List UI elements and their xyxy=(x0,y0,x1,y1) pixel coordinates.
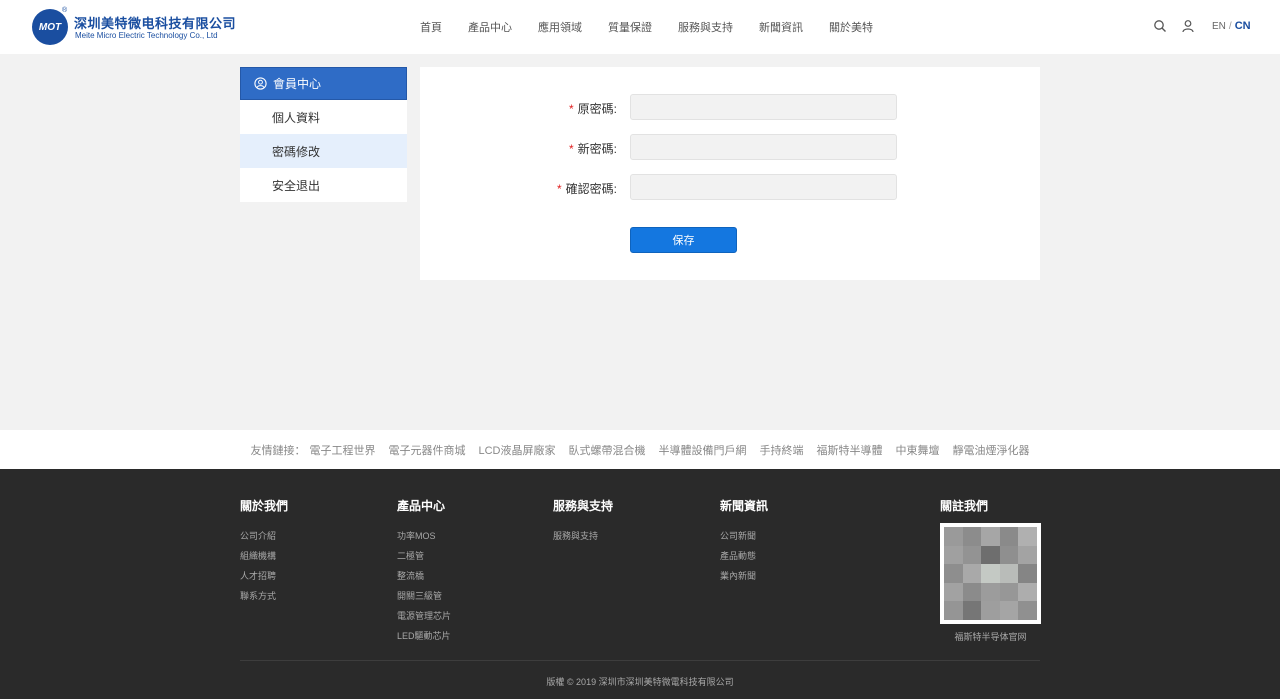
footer-link[interactable]: 二極管 xyxy=(397,546,451,566)
site-header: MOT ® 深圳美特微电科技有限公司 Meite Micro Electric … xyxy=(0,0,1280,54)
footer-link[interactable]: 公司介紹 xyxy=(240,526,288,546)
field-label: 原密碼: xyxy=(577,102,617,116)
friend-link[interactable]: 靜電油煙淨化器 xyxy=(953,442,1030,458)
footer-col-title: 產品中心 xyxy=(397,499,446,513)
main-nav: 首頁 產品中心 應用領域 質量保證 服務與支持 新聞資訊 關於美特 xyxy=(420,0,899,54)
friend-link[interactable]: 臥式螺帶混合機 xyxy=(569,442,646,458)
sidebar-item-logout[interactable]: 安全退出 xyxy=(240,168,407,202)
nav-service-support[interactable]: 服務與支持 xyxy=(678,19,733,35)
lang-cn-link[interactable]: CN xyxy=(1235,20,1251,32)
friend-links-prefix: 友情鏈接： xyxy=(250,444,306,457)
footer-link[interactable]: 功率MOS xyxy=(397,526,451,546)
friend-links-bar: 友情鏈接： 電子工程世界 電子元器件商城 LCD液晶屏廠家 臥式螺帶混合機 半導… xyxy=(0,430,1280,469)
friend-link[interactable]: 手持終端 xyxy=(760,442,804,458)
sidebar-item-profile[interactable]: 個人資料 xyxy=(240,100,407,134)
sidebar-item-label: 個人資料 xyxy=(272,110,321,125)
sidebar-title: 會員中心 xyxy=(273,77,322,91)
footer-col-title: 關註我們 xyxy=(940,499,989,513)
sidebar-header: 會員中心 xyxy=(240,67,407,100)
confirm-password-input[interactable] xyxy=(630,174,897,200)
required-mark: * xyxy=(556,182,562,196)
footer-col-title: 服務與支持 xyxy=(553,499,614,513)
footer-col-products: 產品中心 功率MOS 二極管 整流橋 開關三級管 電源管理芯片 LED驅動芯片 xyxy=(397,497,451,646)
user-icon[interactable] xyxy=(1181,19,1195,33)
nav-quality[interactable]: 質量保證 xyxy=(608,19,652,35)
logo-registered-mark: ® xyxy=(62,7,68,14)
footer-link[interactable]: LED驅動芯片 xyxy=(397,626,451,646)
footer-link[interactable]: 整流橋 xyxy=(397,566,451,586)
footer-link[interactable]: 產品動態 xyxy=(720,546,768,566)
logo-company-name-cn: 深圳美特微电科技有限公司 xyxy=(74,16,237,31)
nav-home[interactable]: 首頁 xyxy=(420,19,442,35)
save-button[interactable]: 保存 xyxy=(630,227,737,253)
nav-about[interactable]: 關於美特 xyxy=(829,19,873,35)
footer-link[interactable]: 人才招聘 xyxy=(240,566,288,586)
nav-applications[interactable]: 應用領域 xyxy=(538,19,582,35)
sidebar-item-label: 安全退出 xyxy=(272,178,321,193)
footer-col-news: 新聞資訊 公司新聞 產品動態 業內新聞 xyxy=(720,497,768,586)
footer-link[interactable]: 服務與支持 xyxy=(553,526,613,546)
search-icon[interactable] xyxy=(1153,19,1167,33)
footer-link[interactable]: 組織機構 xyxy=(240,546,288,566)
language-switcher: EN / CN xyxy=(1212,20,1251,32)
required-mark: * xyxy=(568,142,574,156)
footer-link[interactable]: 業內新聞 xyxy=(720,566,768,586)
copyright: 版權 © 2019 深圳市深圳美特微電科技有限公司 xyxy=(546,677,734,687)
qr-caption: 福斯特半导体官网 xyxy=(954,632,1027,642)
company-logo[interactable]: MOT ® 深圳美特微电科技有限公司 Meite Micro Electric … xyxy=(32,7,236,45)
footer-col-about: 關於我們 公司介紹 組織機構 人才招聘 聯系方式 xyxy=(240,497,288,606)
friend-link[interactable]: LCD液晶屏廠家 xyxy=(478,442,555,458)
logo-mark: MOT xyxy=(32,9,68,45)
member-sidebar: 會員中心 個人資料 密碼修改 安全退出 xyxy=(240,67,407,202)
required-mark: * xyxy=(568,102,574,116)
friend-link[interactable]: 電子工程世界 xyxy=(309,442,375,458)
footer-col-title: 關於我們 xyxy=(240,499,289,513)
confirm-password-label: * 確認密碼: xyxy=(557,180,617,197)
field-label: 確認密碼: xyxy=(565,182,617,196)
sidebar-item-password[interactable]: 密碼修改 xyxy=(240,134,407,168)
friend-link[interactable]: 中東舞壇 xyxy=(896,442,940,458)
new-password-label: * 新密碼: xyxy=(569,140,617,157)
new-password-row: * 新密碼: xyxy=(420,134,1040,160)
footer-divider xyxy=(240,660,1040,661)
new-password-input[interactable] xyxy=(630,134,897,160)
lang-en-link[interactable]: EN xyxy=(1212,21,1226,32)
qr-code-image xyxy=(944,527,1037,620)
footer-col-service: 服務與支持 服務與支持 xyxy=(553,497,613,546)
field-label: 新密碼: xyxy=(577,142,617,156)
lang-separator: / xyxy=(1228,21,1232,32)
nav-products[interactable]: 產品中心 xyxy=(468,19,512,35)
confirm-password-row: * 確認密碼: xyxy=(420,174,1040,200)
member-icon xyxy=(254,77,267,90)
sidebar-item-label: 密碼修改 xyxy=(272,144,321,159)
password-form-panel: * 原密碼: * 新密碼: * 確認密碼: 保存 xyxy=(420,67,1040,280)
logo-company-name-en: Meite Micro Electric Technology Co., Ltd xyxy=(75,31,218,40)
friend-link[interactable]: 電子元器件商城 xyxy=(388,442,465,458)
old-password-label: * 原密碼: xyxy=(569,100,617,117)
site-footer: 關於我們 公司介紹 組織機構 人才招聘 聯系方式 產品中心 功率MOS 二極管 … xyxy=(0,469,1280,699)
footer-link[interactable]: 電源管理芯片 xyxy=(397,606,451,626)
old-password-input[interactable] xyxy=(630,94,897,120)
footer-col-follow: 關註我們 xyxy=(940,497,988,526)
nav-news[interactable]: 新聞資訊 xyxy=(759,19,803,35)
footer-col-title: 新聞資訊 xyxy=(720,499,769,513)
friend-link[interactable]: 福斯特半導體 xyxy=(817,442,883,458)
footer-link[interactable]: 聯系方式 xyxy=(240,586,288,606)
footer-link[interactable]: 公司新聞 xyxy=(720,526,768,546)
old-password-row: * 原密碼: xyxy=(420,94,1040,120)
footer-link[interactable]: 開關三級管 xyxy=(397,586,451,606)
friend-link[interactable]: 半導體設備門戶網 xyxy=(659,442,747,458)
qr-code xyxy=(940,523,1041,624)
